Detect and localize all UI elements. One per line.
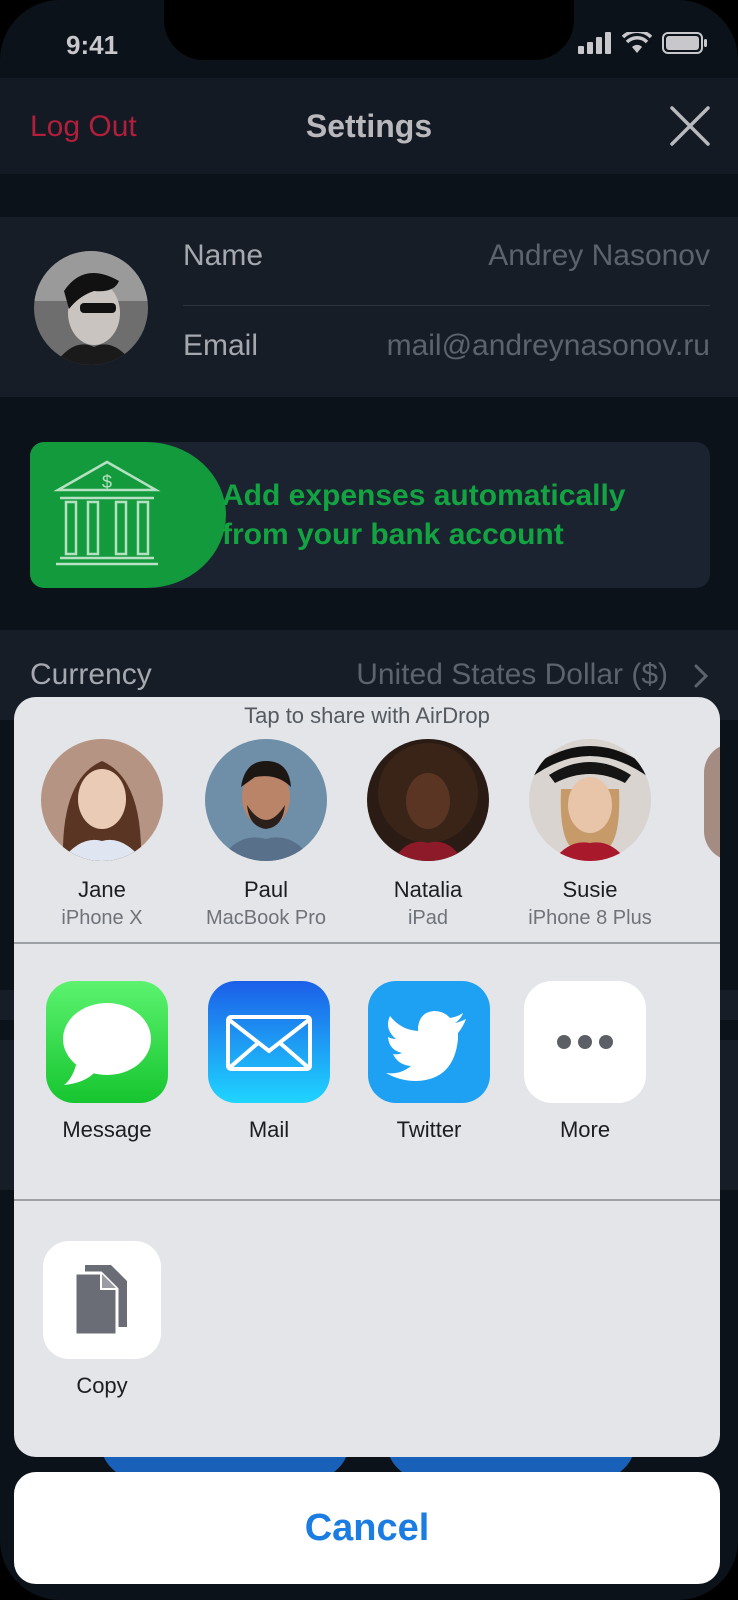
- divider: [14, 1199, 720, 1201]
- wifi-icon: [622, 32, 652, 53]
- share-app-more[interactable]: More: [520, 981, 650, 1143]
- airdrop-contact[interactable]: Susie iPhone 8 Plus: [510, 739, 670, 930]
- airdrop-contact[interactable]: Paul MacBook Pro: [186, 739, 346, 930]
- app-label: Message: [62, 1117, 152, 1142]
- app-label: Mail: [248, 1117, 290, 1142]
- more-icon: [524, 981, 646, 1103]
- currency-label: Currency: [30, 658, 152, 691]
- avatar[interactable]: [34, 251, 148, 365]
- contact-avatar: [205, 739, 327, 861]
- airdrop-title: Tap to share with AirDrop: [244, 703, 490, 728]
- contact-avatar: [529, 739, 651, 861]
- notch: [164, 0, 574, 60]
- page-title: Settings: [305, 108, 433, 144]
- contact-name: Paul: [243, 877, 289, 902]
- contact-name: Jane: [78, 877, 126, 902]
- bank-connect-card[interactable]: $ Add expenses automatically from your b…: [30, 442, 710, 588]
- contact-avatar-partial: [704, 743, 720, 861]
- profile-section: Name Andrey Nasonov Email mail@andreynas…: [0, 217, 738, 397]
- bank-card-text: Add expenses automatically from your ban…: [222, 479, 626, 551]
- navigation-bar: Log Out Settings: [0, 78, 738, 174]
- airdrop-contact[interactable]: Natalia iPad: [348, 739, 508, 930]
- status-time: 9:41: [66, 30, 119, 60]
- divider: [183, 305, 710, 306]
- contact-device: MacBook Pro: [205, 907, 327, 929]
- mail-icon: [208, 981, 330, 1103]
- contact-device: iPhone X: [61, 907, 143, 929]
- svg-text:$: $: [102, 472, 112, 492]
- bank-icon: $: [53, 460, 161, 566]
- name-value[interactable]: Andrey Nasonov: [488, 239, 710, 273]
- email-value[interactable]: mail@andreynasonov.ru: [387, 329, 710, 363]
- share-app-message[interactable]: Message: [42, 981, 172, 1143]
- message-icon: [46, 981, 168, 1103]
- chevron-right-icon: [694, 664, 708, 688]
- status-icons: [578, 32, 708, 54]
- contact-name: Natalia: [393, 877, 463, 902]
- name-label: Name: [183, 239, 264, 272]
- signal-icon: [578, 32, 611, 54]
- cancel-button[interactable]: Cancel: [14, 1472, 720, 1584]
- share-app-twitter[interactable]: Twitter: [364, 981, 494, 1143]
- phone-screen: 9:41 Log Out Settings Name Andrey Nasono…: [0, 0, 738, 1600]
- app-label: Twitter: [396, 1117, 462, 1142]
- currency-value: United States Dollar ($): [356, 658, 668, 691]
- contact-device: iPad: [407, 907, 449, 929]
- email-label: Email: [183, 329, 259, 362]
- contact-avatar: [367, 739, 489, 861]
- divider: [14, 942, 720, 944]
- copy-label: Copy: [76, 1373, 128, 1398]
- contact-name: Susie: [562, 877, 618, 902]
- close-icon[interactable]: [670, 106, 710, 146]
- contact-avatar: [41, 739, 163, 861]
- share-app-mail[interactable]: Mail: [204, 981, 334, 1143]
- airdrop-contact[interactable]: Jane iPhone X: [22, 739, 182, 930]
- twitter-icon: [368, 981, 490, 1103]
- share-sheet: Tap to share with AirDrop Jane iPhone X: [14, 697, 720, 1457]
- app-label: More: [559, 1117, 611, 1142]
- copy-icon: [43, 1241, 161, 1359]
- contact-device: iPhone 8 Plus: [528, 907, 652, 929]
- battery-icon: [662, 32, 707, 54]
- copy-action[interactable]: Copy: [42, 1241, 162, 1399]
- bank-badge: $: [30, 442, 226, 588]
